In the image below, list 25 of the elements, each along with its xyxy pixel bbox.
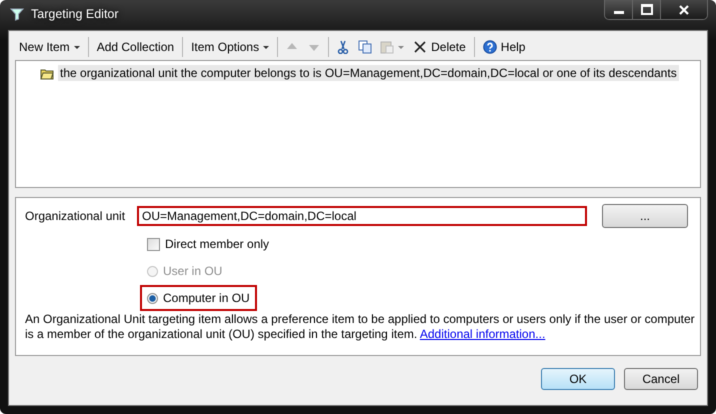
close-button[interactable] (661, 0, 707, 19)
cut-icon[interactable] (336, 40, 350, 54)
maximize-button[interactable] (633, 0, 661, 19)
field-label: Organizational unit (25, 209, 126, 223)
tree-item[interactable]: the organizational unit the computer belongs to is OU=Management,DC=domain,DC=local or one of its descendants (58, 65, 679, 81)
toolbar-button[interactable]: Add Collection (92, 36, 178, 58)
close-icon[interactable] (413, 40, 428, 54)
toolbar-menu-button[interactable]: New Item (15, 36, 84, 58)
toolbar-menu-button[interactable]: Item Options (187, 36, 274, 58)
minimize-button[interactable] (605, 0, 633, 19)
info-link[interactable]: Additional information... (420, 327, 546, 341)
copy-icon[interactable] (358, 40, 372, 54)
help-button[interactable]: Help (478, 36, 530, 58)
window-title: Targeting Editor (31, 7, 119, 21)
browse-button[interactable]: ... (602, 204, 688, 228)
radio-option[interactable]: Computer in OU (140, 285, 257, 311)
ou-field[interactable]: OU=Management,DC=domain,DC=local (137, 206, 587, 226)
dialog-button[interactable]: OK (541, 368, 615, 390)
dialog-button[interactable]: Cancel (624, 368, 698, 390)
folder-icon[interactable] (40, 66, 54, 80)
delete-button[interactable]: Delete (409, 36, 470, 58)
filter-icon[interactable] (10, 7, 24, 21)
help-icon[interactable] (482, 40, 497, 54)
description-text: An Organizational Unit targeting item allows a preference item to be applied to computers or users only if the user or computer is a member of the organizational unit (OU) specified in the targeting item. Additional information... (25, 312, 695, 342)
checkbox-option[interactable]: Direct member only (140, 231, 276, 257)
